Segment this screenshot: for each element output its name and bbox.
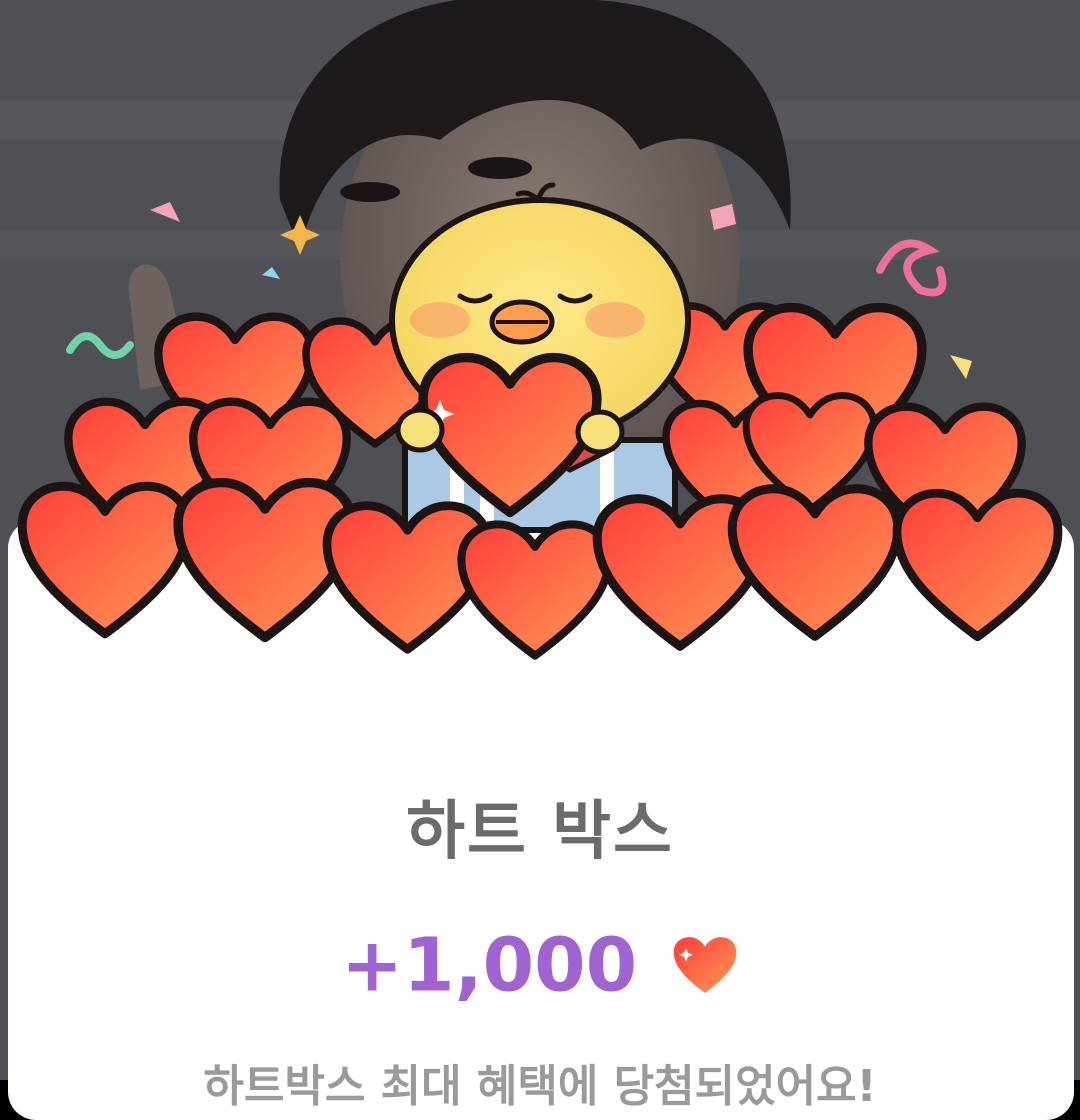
confetti [150,202,180,222]
heart-icon [673,937,737,994]
confetti [66,332,134,359]
sparkle-icon [280,215,320,255]
confetti [876,239,947,297]
confetti [262,267,280,279]
reward-title: 하트 박스 [406,795,674,869]
heart-pile-illustration [0,182,1080,700]
confetti [950,355,972,379]
reward-amount: +1,000 [0,918,1080,1008]
reward-message: 하트박스 최대 혜택에 당첨되었어요! [203,1061,877,1112]
confetti [710,204,736,230]
amount-value: +1,000 [341,922,638,1009]
